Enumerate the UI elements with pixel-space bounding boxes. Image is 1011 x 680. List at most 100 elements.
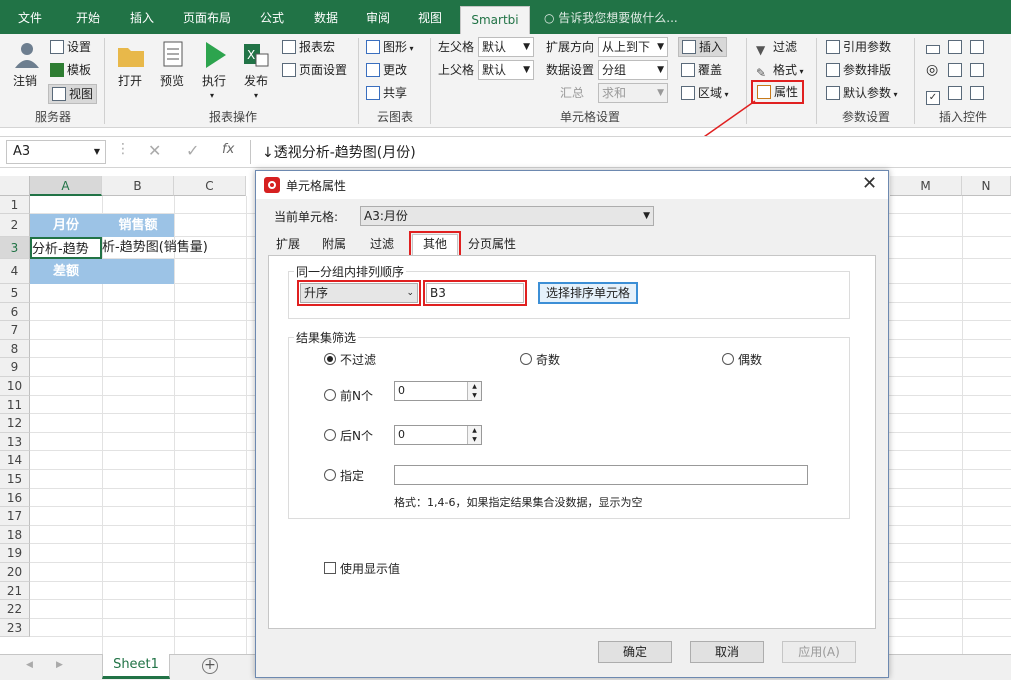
add-sheet-icon[interactable]: +	[202, 658, 218, 674]
top-n-radio[interactable]	[324, 389, 336, 401]
row-header[interactable]: 5	[0, 284, 30, 303]
publish-button[interactable]: 发布	[244, 73, 268, 89]
row-header[interactable]: 9	[0, 358, 30, 377]
row-header[interactable]: 22	[0, 600, 30, 619]
even-radio[interactable]	[722, 353, 734, 365]
row-header[interactable]: 6	[0, 302, 30, 322]
tree-control-icon[interactable]	[948, 62, 965, 78]
formula-input[interactable]: ↓透视分析-趋势图(月份)	[262, 142, 416, 162]
tab-review[interactable]: 审阅	[354, 0, 402, 34]
scroll-right-icon[interactable]: ▶	[56, 660, 63, 670]
logout-button[interactable]: 注销	[13, 73, 37, 89]
preview-button[interactable]: 预览	[160, 73, 184, 89]
row-header[interactable]: 21	[0, 581, 30, 601]
stepper-down-icon[interactable]: ▼	[467, 391, 481, 400]
row-header[interactable]: 16	[0, 488, 30, 508]
tab-other[interactable]: 其他	[408, 231, 462, 259]
tab-filter[interactable]: 过滤	[362, 235, 402, 255]
row-header[interactable]: 2	[0, 214, 30, 237]
column-header-b[interactable]: B	[102, 176, 174, 196]
share-button[interactable]: 共享	[366, 85, 407, 101]
row-header[interactable]: 20	[0, 563, 30, 582]
page-setup-button[interactable]: 页面设置	[282, 62, 347, 78]
params-layout-button[interactable]: 参数排版	[826, 62, 891, 78]
tab-home[interactable]: 开始	[64, 0, 112, 34]
chart-button[interactable]: 图形 ▾	[366, 39, 414, 57]
data-setting-select[interactable]: 分组 ▼	[598, 60, 668, 80]
report-macro-button[interactable]: 报表宏	[282, 39, 335, 55]
row-header[interactable]: 4	[0, 259, 30, 284]
view-button[interactable]: 视图	[48, 84, 98, 104]
format-button[interactable]: ✎ 格式 ▾	[756, 62, 804, 80]
row-header[interactable]: 15	[0, 470, 30, 489]
tab-page-layout[interactable]: 页面布局	[172, 0, 242, 34]
row-header[interactable]: 23	[0, 618, 30, 638]
row-header[interactable]: 8	[0, 339, 30, 359]
row-header[interactable]: 1	[0, 196, 30, 214]
scroll-left-icon[interactable]: ◀	[26, 660, 33, 670]
cancel-button[interactable]: 取消	[690, 641, 764, 663]
sort-cell-input[interactable]: B3	[423, 280, 527, 306]
sort-order-select[interactable]: 升序 ⌄	[297, 280, 421, 306]
name-box[interactable]: A3 ▼	[6, 140, 106, 164]
column-header-a[interactable]: A	[30, 176, 102, 196]
insert-function-icon[interactable]: fx	[222, 142, 234, 157]
specify-input[interactable]	[394, 465, 808, 485]
tab-file[interactable]: 文件	[6, 0, 54, 34]
left-parent-select[interactable]: 默认 ▼	[478, 37, 534, 57]
column-header-n[interactable]: N	[962, 176, 1011, 196]
confirm-formula-icon[interactable]: ✓	[186, 141, 199, 160]
top-parent-select[interactable]: 默认 ▼	[478, 60, 534, 80]
cancel-formula-icon[interactable]: ✕	[148, 141, 161, 160]
column-header-c[interactable]: C	[174, 176, 246, 196]
close-icon[interactable]: ✕	[862, 173, 877, 194]
tab-smartbi[interactable]: Smartbi	[460, 6, 530, 34]
panel-control-icon[interactable]	[970, 85, 987, 101]
ok-button[interactable]: 确定	[598, 641, 672, 663]
execute-dropdown-icon[interactable]: ▾	[210, 88, 214, 104]
default-params-button[interactable]: 默认参数 ▾	[826, 85, 898, 103]
tab-insert[interactable]: 插入	[118, 0, 166, 34]
reference-params-button[interactable]: 引用参数	[826, 39, 891, 55]
cell-a3[interactable]: 分析-趋势	[30, 237, 102, 259]
row-header[interactable]: 12	[0, 414, 30, 433]
column-header-m[interactable]: M	[890, 176, 962, 196]
row-header[interactable]: 10	[0, 377, 30, 396]
listbox-control-icon[interactable]	[948, 39, 965, 55]
row-header[interactable]: 14	[0, 451, 30, 470]
textbox-control-icon[interactable]	[926, 39, 943, 55]
expand-direction-select[interactable]: 从上到下 ▼	[598, 37, 668, 57]
grid-control-icon[interactable]	[948, 85, 965, 101]
row-header[interactable]: 19	[0, 544, 30, 563]
tell-me-search[interactable]: ○ 告诉我您想要做什么...	[544, 0, 704, 34]
stepper-down-icon[interactable]: ▼	[467, 435, 481, 444]
radio-control-icon[interactable]: ◎	[926, 62, 938, 78]
bottom-n-radio[interactable]	[324, 429, 336, 441]
cell-b4[interactable]	[102, 259, 174, 284]
checkbox-control-icon[interactable]: ✓	[926, 85, 943, 105]
top-n-stepper[interactable]: 0 ▲ ▼	[394, 381, 482, 401]
row-header[interactable]: 17	[0, 507, 30, 526]
filter-button[interactable]: ▼ 过滤	[756, 39, 797, 57]
no-filter-radio[interactable]	[324, 353, 336, 365]
dropdown-control-icon[interactable]	[970, 62, 987, 78]
tab-expand[interactable]: 扩展	[268, 235, 308, 255]
choose-sort-cell-button[interactable]: 选择排序单元格	[538, 282, 638, 304]
row-header[interactable]: 11	[0, 395, 30, 415]
publish-dropdown-icon[interactable]: ▾	[254, 88, 258, 104]
specify-radio[interactable]	[324, 469, 336, 481]
template-button[interactable]: 模板	[50, 62, 91, 78]
tab-pagination[interactable]: 分页属性	[460, 235, 524, 255]
row-header[interactable]: 18	[0, 525, 30, 545]
bottom-n-stepper[interactable]: 0 ▲ ▼	[394, 425, 482, 445]
cell-b3[interactable]: 析-趋势图(销售量)	[102, 237, 246, 259]
use-display-value-checkbox[interactable]	[324, 562, 336, 574]
select-all-corner[interactable]	[0, 176, 30, 196]
change-button[interactable]: 更改	[366, 62, 407, 78]
tab-data[interactable]: 数据	[302, 0, 350, 34]
cell-a2[interactable]: 月份	[30, 214, 102, 237]
row-header[interactable]: 13	[0, 432, 30, 452]
row-header[interactable]: 7	[0, 321, 30, 340]
stepper-up-icon[interactable]: ▲	[467, 426, 481, 435]
tab-attach[interactable]: 附属	[314, 235, 354, 255]
